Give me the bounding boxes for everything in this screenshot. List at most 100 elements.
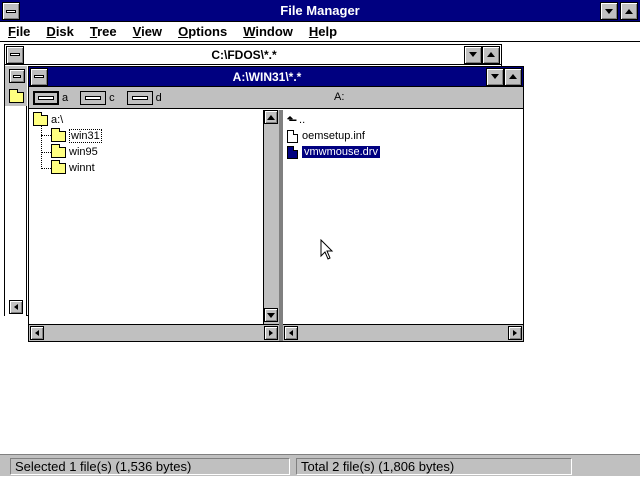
menu-label: ile [15,24,31,39]
tree-item[interactable]: win95 [51,143,98,160]
maximize-icon [487,52,495,57]
back-window-titlebar[interactable]: C:\FDOS\*.* [5,45,501,65]
menu-window[interactable]: Window [235,22,301,41]
maximize-icon [509,74,517,79]
drive-letter: c [109,91,115,104]
tree-item[interactable]: winnt [51,159,95,176]
file-icon [287,129,298,143]
floppy-drive-icon [33,90,59,105]
cdrom-drive-icon [126,90,153,105]
drive-slot [85,95,102,100]
file-horizontal-scrollbar[interactable] [283,324,523,341]
front-window-title: A:\WIN31\*.* [232,69,302,84]
file-list-pane[interactable]: ⬑.. oemsetup.inf vmwmouse.drv [283,110,523,324]
tree-vertical-scrollbar[interactable] [263,110,279,324]
tree-scroll-right-button[interactable] [264,326,278,340]
menu-label: indow [255,24,293,39]
back-window-system-menu[interactable] [6,45,24,64]
back-window-left-strip [5,66,27,316]
file-item[interactable]: ⬑.. [287,112,305,128]
file-item[interactable]: oemsetup.inf [287,128,365,144]
drive-d-button[interactable]: d [126,90,162,105]
menu-label: isk [55,24,74,39]
tree-item[interactable]: win31 [51,127,102,144]
arrow-left-icon [14,304,18,310]
app-titlebar[interactable]: File Manager [0,0,640,22]
front-window-minimize-button[interactable] [486,67,504,86]
tree-line [41,135,51,136]
system-menu-button[interactable] [2,2,20,20]
minimize-button[interactable] [600,2,618,20]
back-window-minimize-button[interactable] [464,45,482,64]
minimize-icon [491,74,499,79]
back-window-maximize-button[interactable] [482,45,500,64]
menu-accelerator: W [243,24,256,39]
arrow-right-icon [269,330,273,336]
menu-disk[interactable]: Disk [38,22,81,41]
system-menu-icon [10,53,20,56]
open-folder-icon [51,127,66,142]
menu-tree[interactable]: Tree [82,22,125,41]
menu-label: elp [318,24,338,39]
tree-line [41,152,51,153]
menu-accelerator: F [8,24,16,39]
tree-scroll-up-button[interactable] [264,110,278,124]
drive-c-button[interactable]: c [80,90,115,105]
system-menu-icon [6,9,16,13]
menu-accelerator: V [132,24,142,39]
tree-item-label: a:\ [51,114,64,126]
hard-drive-icon [80,90,107,105]
current-drive-label: A: [334,91,345,103]
back-window-scroll-left-button[interactable] [9,300,23,314]
system-menu-icon [34,75,44,78]
front-window-titlebar[interactable]: A:\WIN31\*.* [29,67,523,87]
menu-file[interactable]: File [0,22,38,41]
file-item[interactable]: vmwmouse.drv [287,144,380,160]
maximize-button[interactable] [620,2,638,20]
directory-tree-pane[interactable]: a:\ win31 win95 winnt [29,110,263,324]
tree-item-label: win95 [69,146,98,158]
drive-slot [131,95,148,100]
tree-scroll-down-button[interactable] [264,308,278,322]
arrow-down-icon [267,312,275,318]
drive-letter: a [62,91,69,104]
folder-icon [51,143,66,158]
file-scroll-right-button[interactable] [508,326,522,340]
file-item-label: oemsetup.inf [302,130,365,142]
front-window-system-menu[interactable] [30,67,48,86]
menu-accelerator: D [46,24,56,39]
parent-dir-icon: ⬑ [287,113,298,127]
folder-icon [9,89,24,103]
menu-help[interactable]: Help [301,22,345,41]
file-icon [287,145,298,159]
status-selected: Selected 1 file(s) (1,536 bytes) [10,458,290,475]
drive-a-button[interactable]: a [33,90,69,105]
file-item-label: vmwmouse.drv [302,146,380,158]
tree-line [41,124,42,169]
drive-bar: a c d A: [29,87,523,109]
hard-drive-icon [13,74,21,78]
file-item-label: .. [299,114,306,126]
menu-label: ptions [188,24,228,39]
maximize-icon [625,8,633,14]
folder-icon [51,159,66,174]
arrow-left-icon [289,330,293,336]
tree-item[interactable]: a:\ [33,111,64,128]
minimize-icon [469,52,477,57]
tree-scroll-left-button[interactable] [30,326,44,340]
menu-view[interactable]: View [125,22,170,41]
mouse-cursor-icon [320,239,334,260]
menu-accelerator: O [178,24,189,39]
back-window-drive-button[interactable] [9,69,25,83]
menu-options[interactable]: Options [170,22,235,41]
app-title: File Manager [280,3,360,18]
front-window[interactable]: A:\WIN31\*.* a c d A: a:\ win31 win95 winnt ⬑.… [28,66,524,342]
file-scroll-left-button[interactable] [284,326,298,340]
arrow-right-icon [513,330,517,336]
menu-label: iew [141,24,163,39]
front-window-maximize-button[interactable] [504,67,522,86]
menu-bar: File Disk Tree View Options Window Help [0,22,640,42]
back-window-tree-pane[interactable] [5,106,27,316]
tree-horizontal-scrollbar[interactable] [29,324,279,341]
drive-slot [38,95,54,100]
